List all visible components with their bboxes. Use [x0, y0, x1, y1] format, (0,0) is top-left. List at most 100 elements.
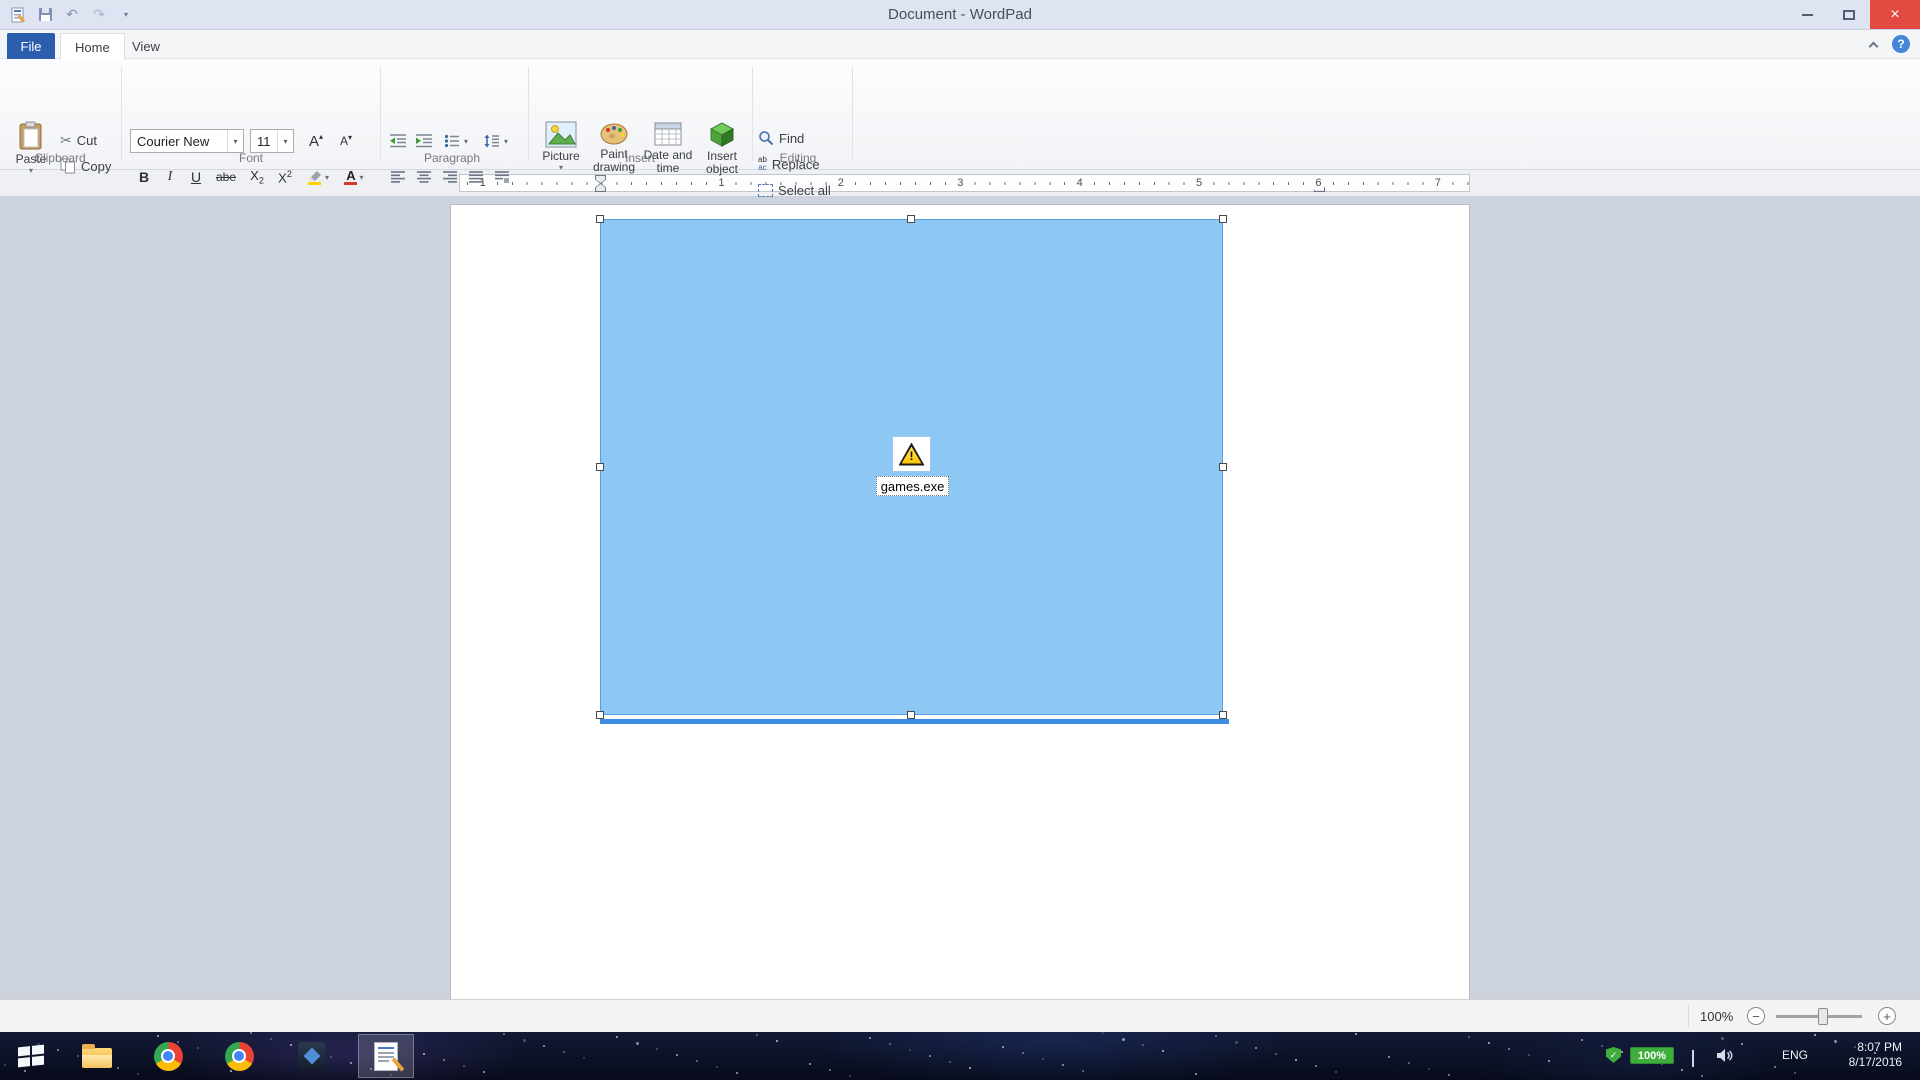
star: [676, 1054, 678, 1056]
superscript-button[interactable]: X2: [272, 165, 298, 189]
underline-button[interactable]: U: [184, 165, 208, 189]
resize-handle-middle-right[interactable]: [1219, 463, 1227, 471]
font-size-select[interactable]: 11 ▾: [250, 129, 294, 153]
zoom-slider-thumb[interactable]: [1818, 1008, 1828, 1025]
taskbar-wordpad-active[interactable]: [358, 1034, 414, 1078]
qat-dropdown-button[interactable]: ▾: [115, 4, 137, 26]
subscript-button[interactable]: X2: [244, 165, 270, 189]
font-color-icon: A: [344, 170, 357, 185]
paragraph-dialog-button[interactable]: [490, 165, 514, 189]
zoom-level: 100%: [1700, 1009, 1733, 1024]
italic-button[interactable]: I: [158, 165, 182, 189]
list-dropdown[interactable]: ▾: [464, 137, 468, 146]
taskbar-app-dark[interactable]: [286, 1034, 338, 1078]
justify-button[interactable]: [464, 165, 488, 189]
taskbar-file-explorer[interactable]: [72, 1034, 122, 1078]
resize-handle-top-center[interactable]: [907, 215, 915, 223]
document-page[interactable]: ! games.exe: [450, 204, 1470, 999]
increase-indent-button[interactable]: [412, 129, 436, 153]
tray-show-hidden-icons[interactable]: [1692, 1052, 1694, 1067]
tray-security-icon[interactable]: ✓: [1606, 1047, 1621, 1063]
wordpad-window: ↶ ↷ ▾ Document - WordPad × File Home Vie…: [0, 0, 1920, 1080]
star: [1428, 1068, 1430, 1070]
align-center-icon: [416, 170, 432, 184]
align-center-button[interactable]: [412, 165, 436, 189]
chevron-down-icon: ▾: [559, 165, 563, 171]
bold-button[interactable]: B: [132, 165, 156, 189]
star: [809, 1063, 811, 1065]
cut-button[interactable]: ✂ Cut: [60, 129, 97, 151]
status-separator: [1688, 1005, 1689, 1027]
clock-date: 8/17/2016: [1849, 1055, 1902, 1069]
close-icon: ×: [1890, 6, 1899, 24]
embedded-object-icon[interactable]: !: [892, 436, 931, 472]
select-all-button[interactable]: Select all: [758, 179, 831, 201]
resize-handle-bottom-center[interactable]: [907, 711, 915, 719]
line-spacing-button[interactable]: [480, 129, 504, 153]
chevron-down-icon: ▾: [325, 173, 329, 182]
tab-home[interactable]: Home: [60, 33, 125, 60]
group-separator: [752, 67, 753, 161]
taskbar-chrome-1[interactable]: [142, 1034, 194, 1078]
star: [1082, 1070, 1084, 1072]
save-button[interactable]: [34, 4, 56, 26]
calendar-icon: [654, 121, 682, 147]
star: [949, 1061, 951, 1063]
grow-font-button[interactable]: A▴: [302, 129, 330, 153]
tab-view[interactable]: View: [118, 33, 174, 60]
maximize-button[interactable]: [1828, 0, 1870, 29]
resize-handle-bottom-left[interactable]: [596, 711, 604, 719]
collapse-ribbon-button[interactable]: [1870, 40, 1880, 50]
find-button[interactable]: Find: [758, 127, 804, 149]
close-button[interactable]: ×: [1870, 0, 1920, 29]
resize-handle-top-right[interactable]: [1219, 215, 1227, 223]
align-right-button[interactable]: [438, 165, 462, 189]
ribbon-tab-row: File Home View ?: [0, 30, 1920, 59]
tray-language[interactable]: ENG: [1782, 1048, 1808, 1062]
ruler-number: 4: [1075, 177, 1085, 190]
font-family-select[interactable]: Courier New ▾: [130, 129, 244, 153]
star: [1022, 1052, 1024, 1054]
tray-battery-indicator[interactable]: 100%: [1630, 1047, 1674, 1064]
star: [656, 1048, 658, 1050]
strikethrough-button[interactable]: abe: [210, 165, 242, 189]
align-left-button[interactable]: [386, 165, 410, 189]
star: [543, 1045, 545, 1047]
tray-volume[interactable]: [1716, 1048, 1734, 1063]
font-size-value: 11: [251, 134, 277, 149]
star: [969, 1067, 971, 1069]
embedded-object-label[interactable]: games.exe: [876, 476, 949, 496]
zoom-out-button[interactable]: −: [1747, 1007, 1765, 1025]
ruler-number: 5: [1194, 177, 1204, 190]
shrink-font-button[interactable]: A▾: [332, 129, 360, 153]
decrease-indent-button[interactable]: [386, 129, 410, 153]
taskbar-chrome-2[interactable]: [213, 1034, 265, 1078]
undo-button[interactable]: ↶: [61, 4, 83, 26]
star: [1548, 1060, 1550, 1062]
star: [1122, 1038, 1125, 1041]
tab-file[interactable]: File: [7, 33, 55, 59]
zoom-in-button[interactable]: +: [1878, 1007, 1896, 1025]
redo-button[interactable]: ↷: [88, 4, 110, 26]
star: [443, 1059, 445, 1061]
start-button[interactable]: [8, 1034, 54, 1078]
minimize-button[interactable]: [1786, 0, 1828, 29]
list-button[interactable]: [440, 129, 464, 153]
star: [716, 1066, 718, 1068]
help-button[interactable]: ?: [1892, 35, 1910, 53]
star: [1255, 1047, 1257, 1049]
font-color-button[interactable]: A ▾: [338, 165, 370, 189]
highlight-color-button[interactable]: ▾: [302, 165, 334, 189]
resize-handle-top-left[interactable]: [596, 215, 604, 223]
shield-icon: ✓: [1606, 1047, 1621, 1063]
wordpad-doc-icon: [374, 1042, 398, 1071]
line-spacing-icon: [484, 134, 500, 148]
group-separator: [528, 67, 529, 161]
star: [1062, 1064, 1064, 1066]
star: [1142, 1044, 1144, 1046]
tray-clock[interactable]: 8:07 PM 8/17/2016: [1826, 1040, 1902, 1069]
resize-handle-middle-left[interactable]: [596, 463, 604, 471]
line-spacing-dropdown[interactable]: ▾: [504, 137, 508, 146]
star: [1408, 1062, 1410, 1064]
resize-handle-bottom-right[interactable]: [1219, 711, 1227, 719]
